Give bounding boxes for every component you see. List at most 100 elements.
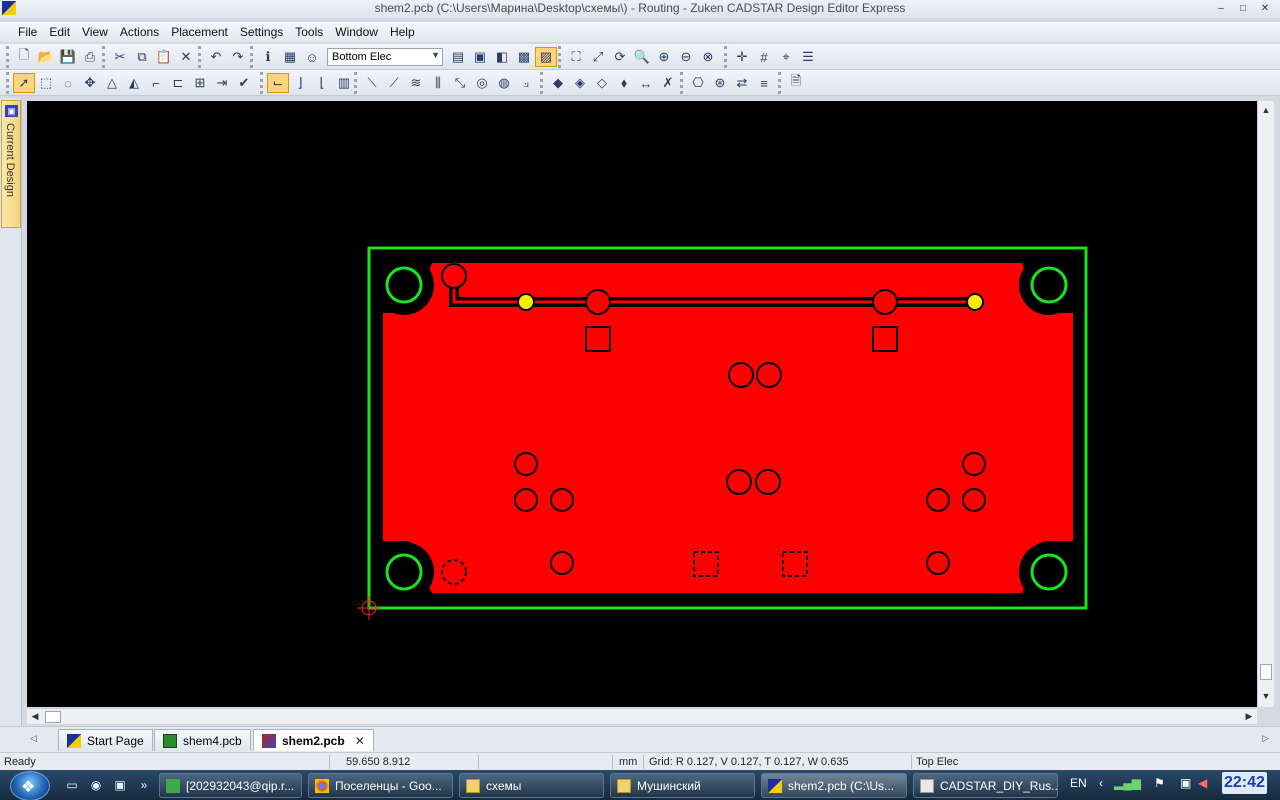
redo-icon[interactable]: ↷ bbox=[227, 47, 249, 67]
track-corner-icon[interactable]: ⟋ bbox=[383, 73, 405, 93]
step-icon[interactable]: ⌐ bbox=[145, 73, 167, 93]
pad[interactable] bbox=[585, 289, 611, 315]
net-highlight-icon[interactable]: ⊛ bbox=[709, 73, 731, 93]
bus-icon[interactable]: ≋ bbox=[405, 73, 427, 93]
select-area-icon[interactable]: ⬚ bbox=[35, 73, 57, 93]
via-icon[interactable]: ◎ bbox=[471, 73, 493, 93]
new-file-icon[interactable]: 🗋 bbox=[13, 47, 35, 67]
minimize-button[interactable]: – bbox=[1210, 1, 1232, 16]
zoom-out-icon[interactable]: ⊖ bbox=[675, 47, 697, 67]
grid-icon[interactable]: # bbox=[753, 47, 775, 67]
rotate-icon[interactable]: △ bbox=[101, 73, 123, 93]
menu-window[interactable]: Window bbox=[329, 25, 384, 39]
pad[interactable] bbox=[441, 263, 467, 289]
tab-scroll-right-icon[interactable]: ▷ bbox=[1262, 733, 1269, 744]
maximize-button[interactable]: □ bbox=[1232, 1, 1254, 16]
report-icon[interactable]: 🗎 bbox=[785, 73, 807, 93]
track-icon[interactable]: ⟍ bbox=[361, 73, 383, 93]
mirror-icon[interactable]: ◭ bbox=[123, 73, 145, 93]
clock[interactable]: 22:42 bbox=[1222, 772, 1267, 794]
language-indicator[interactable]: EN bbox=[1070, 776, 1087, 790]
taskbar-folder-schemes[interactable]: схемы bbox=[459, 773, 604, 798]
close-icon[interactable]: ✕ bbox=[355, 734, 365, 748]
horizontal-scroll-thumb[interactable] bbox=[45, 711, 61, 723]
hatch-icon[interactable]: ◈ bbox=[569, 73, 591, 93]
route-table-icon[interactable]: ▥ bbox=[333, 73, 355, 93]
move-icon[interactable]: ✥ bbox=[79, 73, 101, 93]
route-assisted-icon[interactable]: ⌋ bbox=[289, 73, 311, 93]
copy-icon[interactable]: ⧉ bbox=[131, 47, 153, 67]
info-icon[interactable]: ℹ bbox=[257, 47, 279, 67]
menu-file[interactable]: File bbox=[12, 25, 43, 39]
scroll-right-icon[interactable]: ▶ bbox=[1241, 709, 1257, 723]
tab-start-page[interactable]: Start Page bbox=[58, 729, 153, 751]
refresh-icon[interactable]: ⟳ bbox=[609, 47, 631, 67]
current-design-tab[interactable]: ▣ Current Design bbox=[1, 100, 21, 228]
track-edit-icon[interactable]: ⤡ bbox=[449, 73, 471, 93]
delete-icon[interactable]: ✕ bbox=[175, 47, 197, 67]
menu-view[interactable]: View bbox=[76, 25, 114, 39]
vertical-scrollbar[interactable]: ▲ ▼ bbox=[1257, 101, 1274, 707]
tab-scroll-left-icon[interactable]: ◁ bbox=[30, 733, 37, 744]
tray-expand-icon[interactable]: ‹ bbox=[1099, 776, 1103, 790]
paste-icon[interactable]: 📋 bbox=[153, 47, 175, 67]
close-button[interactable]: ✕ bbox=[1254, 1, 1276, 16]
push-icon[interactable]: ⇥ bbox=[211, 73, 233, 93]
taskbar-qip[interactable]: [202932043@qip.r... bbox=[159, 773, 302, 798]
highlighted-via[interactable] bbox=[966, 293, 984, 311]
tab-shem4[interactable]: shem4.pcb bbox=[154, 729, 251, 751]
image-view-icon[interactable]: ▨ bbox=[535, 47, 557, 67]
highlighted-via[interactable] bbox=[517, 293, 535, 311]
monitor-tray-icon[interactable]: ▣ bbox=[1180, 776, 1191, 790]
net-swap-icon[interactable]: ⇄ bbox=[731, 73, 753, 93]
layers-icon[interactable]: ▤ bbox=[447, 47, 469, 67]
scroll-down-icon[interactable]: ▼ bbox=[1258, 689, 1274, 703]
check-icon[interactable]: ✔ bbox=[233, 73, 255, 93]
open-folder-icon[interactable]: 📂 bbox=[35, 47, 57, 67]
horizontal-scrollbar[interactable]: ◀ ▶ bbox=[27, 708, 1257, 724]
split-icon[interactable]: ⟓ bbox=[515, 73, 537, 93]
multi-track-icon[interactable]: ⫼ bbox=[427, 73, 449, 93]
network-signal-icon[interactable]: ▂▄▆ bbox=[1114, 776, 1141, 790]
flag-icon[interactable]: ⚑ bbox=[1154, 776, 1165, 790]
erase-icon[interactable]: ⬧ bbox=[613, 73, 635, 93]
taskbar-folder-mushinsky[interactable]: Мушинский bbox=[610, 773, 755, 798]
align-icon[interactable]: ⊏ bbox=[167, 73, 189, 93]
menu-placement[interactable]: Placement bbox=[165, 25, 234, 39]
net-list-icon[interactable]: ≡ bbox=[753, 73, 775, 93]
fill-icon[interactable]: ◆ bbox=[547, 73, 569, 93]
palette-icon[interactable]: ☺ bbox=[301, 47, 323, 67]
tab-shem2[interactable]: shem2.pcb ✕ bbox=[253, 729, 374, 751]
measure-icon[interactable]: ⌖ bbox=[775, 47, 797, 67]
zoom-previous-icon[interactable]: ⊗ bbox=[697, 47, 719, 67]
taskbar-chrome[interactable]: Поселенцы - Goo... bbox=[308, 773, 453, 798]
taskbar-cadstar-diy[interactable]: CADSTAR_DIY_Rus... bbox=[913, 773, 1058, 798]
vertical-scroll-thumb[interactable] bbox=[1260, 664, 1272, 680]
menu-settings[interactable]: Settings bbox=[234, 25, 289, 39]
zoom-all-icon[interactable]: ⛶ bbox=[565, 47, 587, 67]
start-button[interactable]: ❖ bbox=[10, 771, 50, 800]
dimension-icon[interactable]: ↔ bbox=[635, 73, 657, 93]
menu-actions[interactable]: Actions bbox=[114, 25, 165, 39]
scroll-left-icon[interactable]: ◀ bbox=[27, 709, 43, 723]
net-icon[interactable]: ⎔ bbox=[687, 73, 709, 93]
undo-icon[interactable]: ↶ bbox=[205, 47, 227, 67]
display-icon[interactable]: ▣ bbox=[469, 47, 491, 67]
zoom-extents-icon[interactable]: ⤢ bbox=[587, 47, 609, 67]
colors-icon[interactable]: ◧ bbox=[491, 47, 513, 67]
table-icon[interactable]: ▦ bbox=[279, 47, 301, 67]
zoom-in-icon[interactable]: ⊕ bbox=[653, 47, 675, 67]
taskbar-cadstar[interactable]: shem2.pcb (C:\Us... bbox=[761, 773, 907, 798]
menu-help[interactable]: Help bbox=[384, 25, 421, 39]
chrome-icon[interactable]: ◉ bbox=[88, 777, 104, 793]
teardrop-icon[interactable]: ◍ bbox=[493, 73, 515, 93]
select-lasso-icon[interactable]: ◌ bbox=[57, 73, 79, 93]
list-icon[interactable]: ☰ bbox=[797, 47, 819, 67]
cut-icon[interactable]: ✂ bbox=[109, 47, 131, 67]
route-manual-icon[interactable]: ⌙ bbox=[267, 73, 289, 93]
monitor-icon[interactable]: ▣ bbox=[112, 777, 128, 793]
unroute-icon[interactable]: ✗ bbox=[657, 73, 679, 93]
show-desktop-icon[interactable]: ▭ bbox=[64, 777, 80, 793]
group-icon[interactable]: ⊞ bbox=[189, 73, 211, 93]
scroll-up-icon[interactable]: ▲ bbox=[1258, 103, 1274, 117]
